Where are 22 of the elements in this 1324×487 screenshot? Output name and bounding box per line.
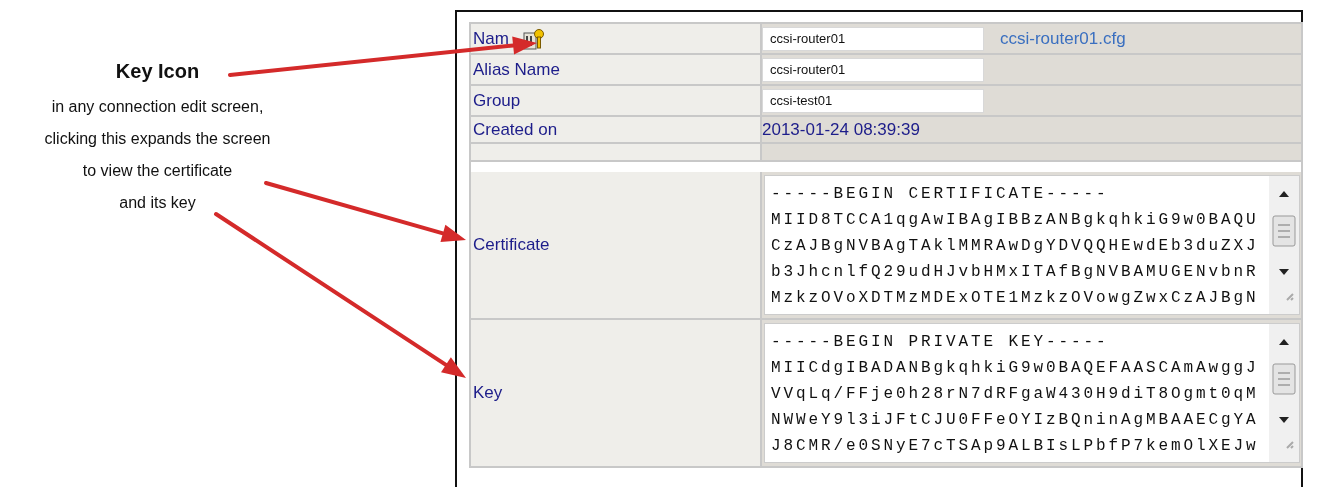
pem-text: -----BEGIN CERTIFICATE----- MIID8TCCA1qgAwIBAgIBBzANBgkqhkiG9w0BAQU CzAJBgNVBAgTAklMMRAwDgYDVQQHEwdEb3duZXJ b3JhcnlfQ29udHJvbHMxITAfBgNVBAMUGENvbnR MzkzOVoXDTMzMDExOTE1MzkzOVowgZwxCzAJBgN [770,184,1260,309]
field-label: Alias Name [473,59,560,80]
scrollbar[interactable] [1269,324,1299,462]
field-label: Certificate [473,235,550,255]
annotation-text: clicking this expands the screen [44,129,271,149]
annotation-text: in any connection edit screen, [51,97,264,117]
field-label: Nam [473,28,509,49]
annotation-text: to view the certificate [82,161,233,181]
text-area[interactable]: -----BEGIN CERTIFICATE----- MIID8TCCA1qgAwIBAgIBBzANBgkqhkiG9w0BAQU CzAJBgNVBAgTAklMMRAwDgYDVQQHEwdEb3duZXJ b3JhcnlfQ29udHJvbHMxITAfBgNVBAMUGENvbnR MzkzOVoXDTMzMDExOTE1MzkzOVowgZwxCzAJBgN [764,175,1300,315]
input-field[interactable]: ccsi-router01 [762,57,984,82]
text-area[interactable]: -----BEGIN PRIVATE KEY----- MIICdgIBADANBgkqhkiG9w0BAQEFAASCAmAwggJ VVqLq/FFje0h28rN7dRFgaW430H9diT8Ogmt0qM NWWeY9l3iJFtCJU0FFeOYIzBQninAgMBAAECgYA J8CMR/e0SNyE7cTSAp9ALBIsLPbfP7kemOlXEJw [764,323,1300,463]
field-value: 2013-01-24 08:39:39 [762,119,920,140]
file-link[interactable]: ccsi-router01.cfg [1000,28,1126,49]
annotation-title: Key Icon [115,60,200,83]
pem-text: -----BEGIN PRIVATE KEY----- MIICdgIBADANBgkqhkiG9w0BAQEFAASCAmAwggJ VVqLq/FFje0h28rN7dRFgaW430H9diT8Ogmt0qM NWWeY9l3iJFtCJU0FFeOYIzBQninAgMBAAECgYA J8CMR/e0SNyE7cTSAp9ALBIsLPbfP7kemOlXEJw [770,332,1260,457]
field-label: Key [473,383,503,403]
scrollbar[interactable] [1269,176,1299,314]
input-field[interactable]: ccsi-router01 [762,26,984,51]
field-label: Group [473,90,521,111]
input-field[interactable]: ccsi-test01 [762,88,984,113]
field-label: Created on [473,119,558,140]
annotation-text: and its key [119,193,196,213]
